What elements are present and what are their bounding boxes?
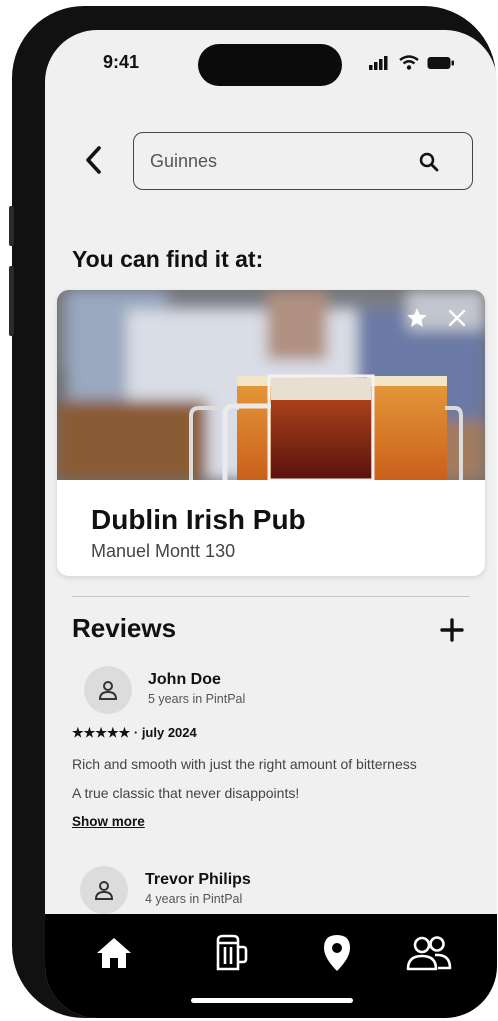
- review-rating-date: ★★★★★ · july 2024: [72, 725, 197, 740]
- search-bar[interactable]: [133, 132, 473, 190]
- location-pin-icon: [324, 935, 350, 971]
- reviewer-tenure: 5 years in PintPal: [148, 692, 246, 706]
- avatar[interactable]: [84, 666, 132, 714]
- close-icon[interactable]: [447, 308, 467, 328]
- search-input[interactable]: [150, 147, 400, 175]
- bottom-nav: [45, 914, 497, 1018]
- nav-beers[interactable]: [205, 930, 253, 976]
- user-icon: [94, 881, 114, 900]
- chevron-left-icon: [86, 146, 101, 174]
- nav-home[interactable]: [90, 930, 138, 976]
- show-more-link[interactable]: Show more: [72, 814, 145, 829]
- status-time: 9:41: [103, 52, 140, 72]
- battery-icon: [427, 57, 454, 69]
- review-text-line: A true classic that never disappoints!: [72, 785, 300, 801]
- home-icon: [97, 938, 131, 968]
- pub-name: Dublin Irish Pub: [91, 504, 306, 535]
- reviewer-name[interactable]: John Doe: [148, 671, 221, 689]
- add-review-button[interactable]: [439, 617, 465, 643]
- status-bar: 9:41: [45, 30, 497, 90]
- app-screen: 9:41 Guinnes You can find it at: Dublin …: [45, 30, 497, 1018]
- side-button: [9, 266, 14, 336]
- side-button: [9, 206, 14, 246]
- signal-icon: [369, 56, 388, 70]
- review-text-line: Rich and smooth with just the right amou…: [72, 756, 417, 772]
- home-indicator: [191, 998, 353, 1003]
- reviewer-name[interactable]: Trevor Philips: [145, 871, 251, 889]
- wifi-icon: [399, 55, 419, 70]
- section-heading: You can find it at:: [72, 246, 264, 272]
- avatar[interactable]: [80, 866, 128, 914]
- beer-mug-icon: [216, 934, 248, 971]
- nav-friends[interactable]: [405, 930, 453, 976]
- user-icon: [98, 681, 118, 700]
- phone-frame: 9:41 Guinnes You can find it at: Dublin …: [9, 6, 497, 1018]
- reviewer-tenure: 4 years in PintPal: [145, 892, 243, 906]
- pub-card[interactable]: Dublin Irish Pub Manuel Montt 130: [57, 290, 485, 576]
- divider: [72, 596, 470, 597]
- system-icons: [369, 55, 455, 70]
- star-icon[interactable]: [405, 306, 429, 330]
- search-icon[interactable]: [418, 151, 440, 178]
- back-button[interactable]: [81, 142, 107, 178]
- dynamic-island: [198, 44, 342, 86]
- nav-map[interactable]: [313, 930, 361, 976]
- friends-icon: [406, 936, 452, 971]
- pub-address: Manuel Montt 130: [91, 541, 236, 561]
- reviews-heading: Reviews: [72, 613, 177, 643]
